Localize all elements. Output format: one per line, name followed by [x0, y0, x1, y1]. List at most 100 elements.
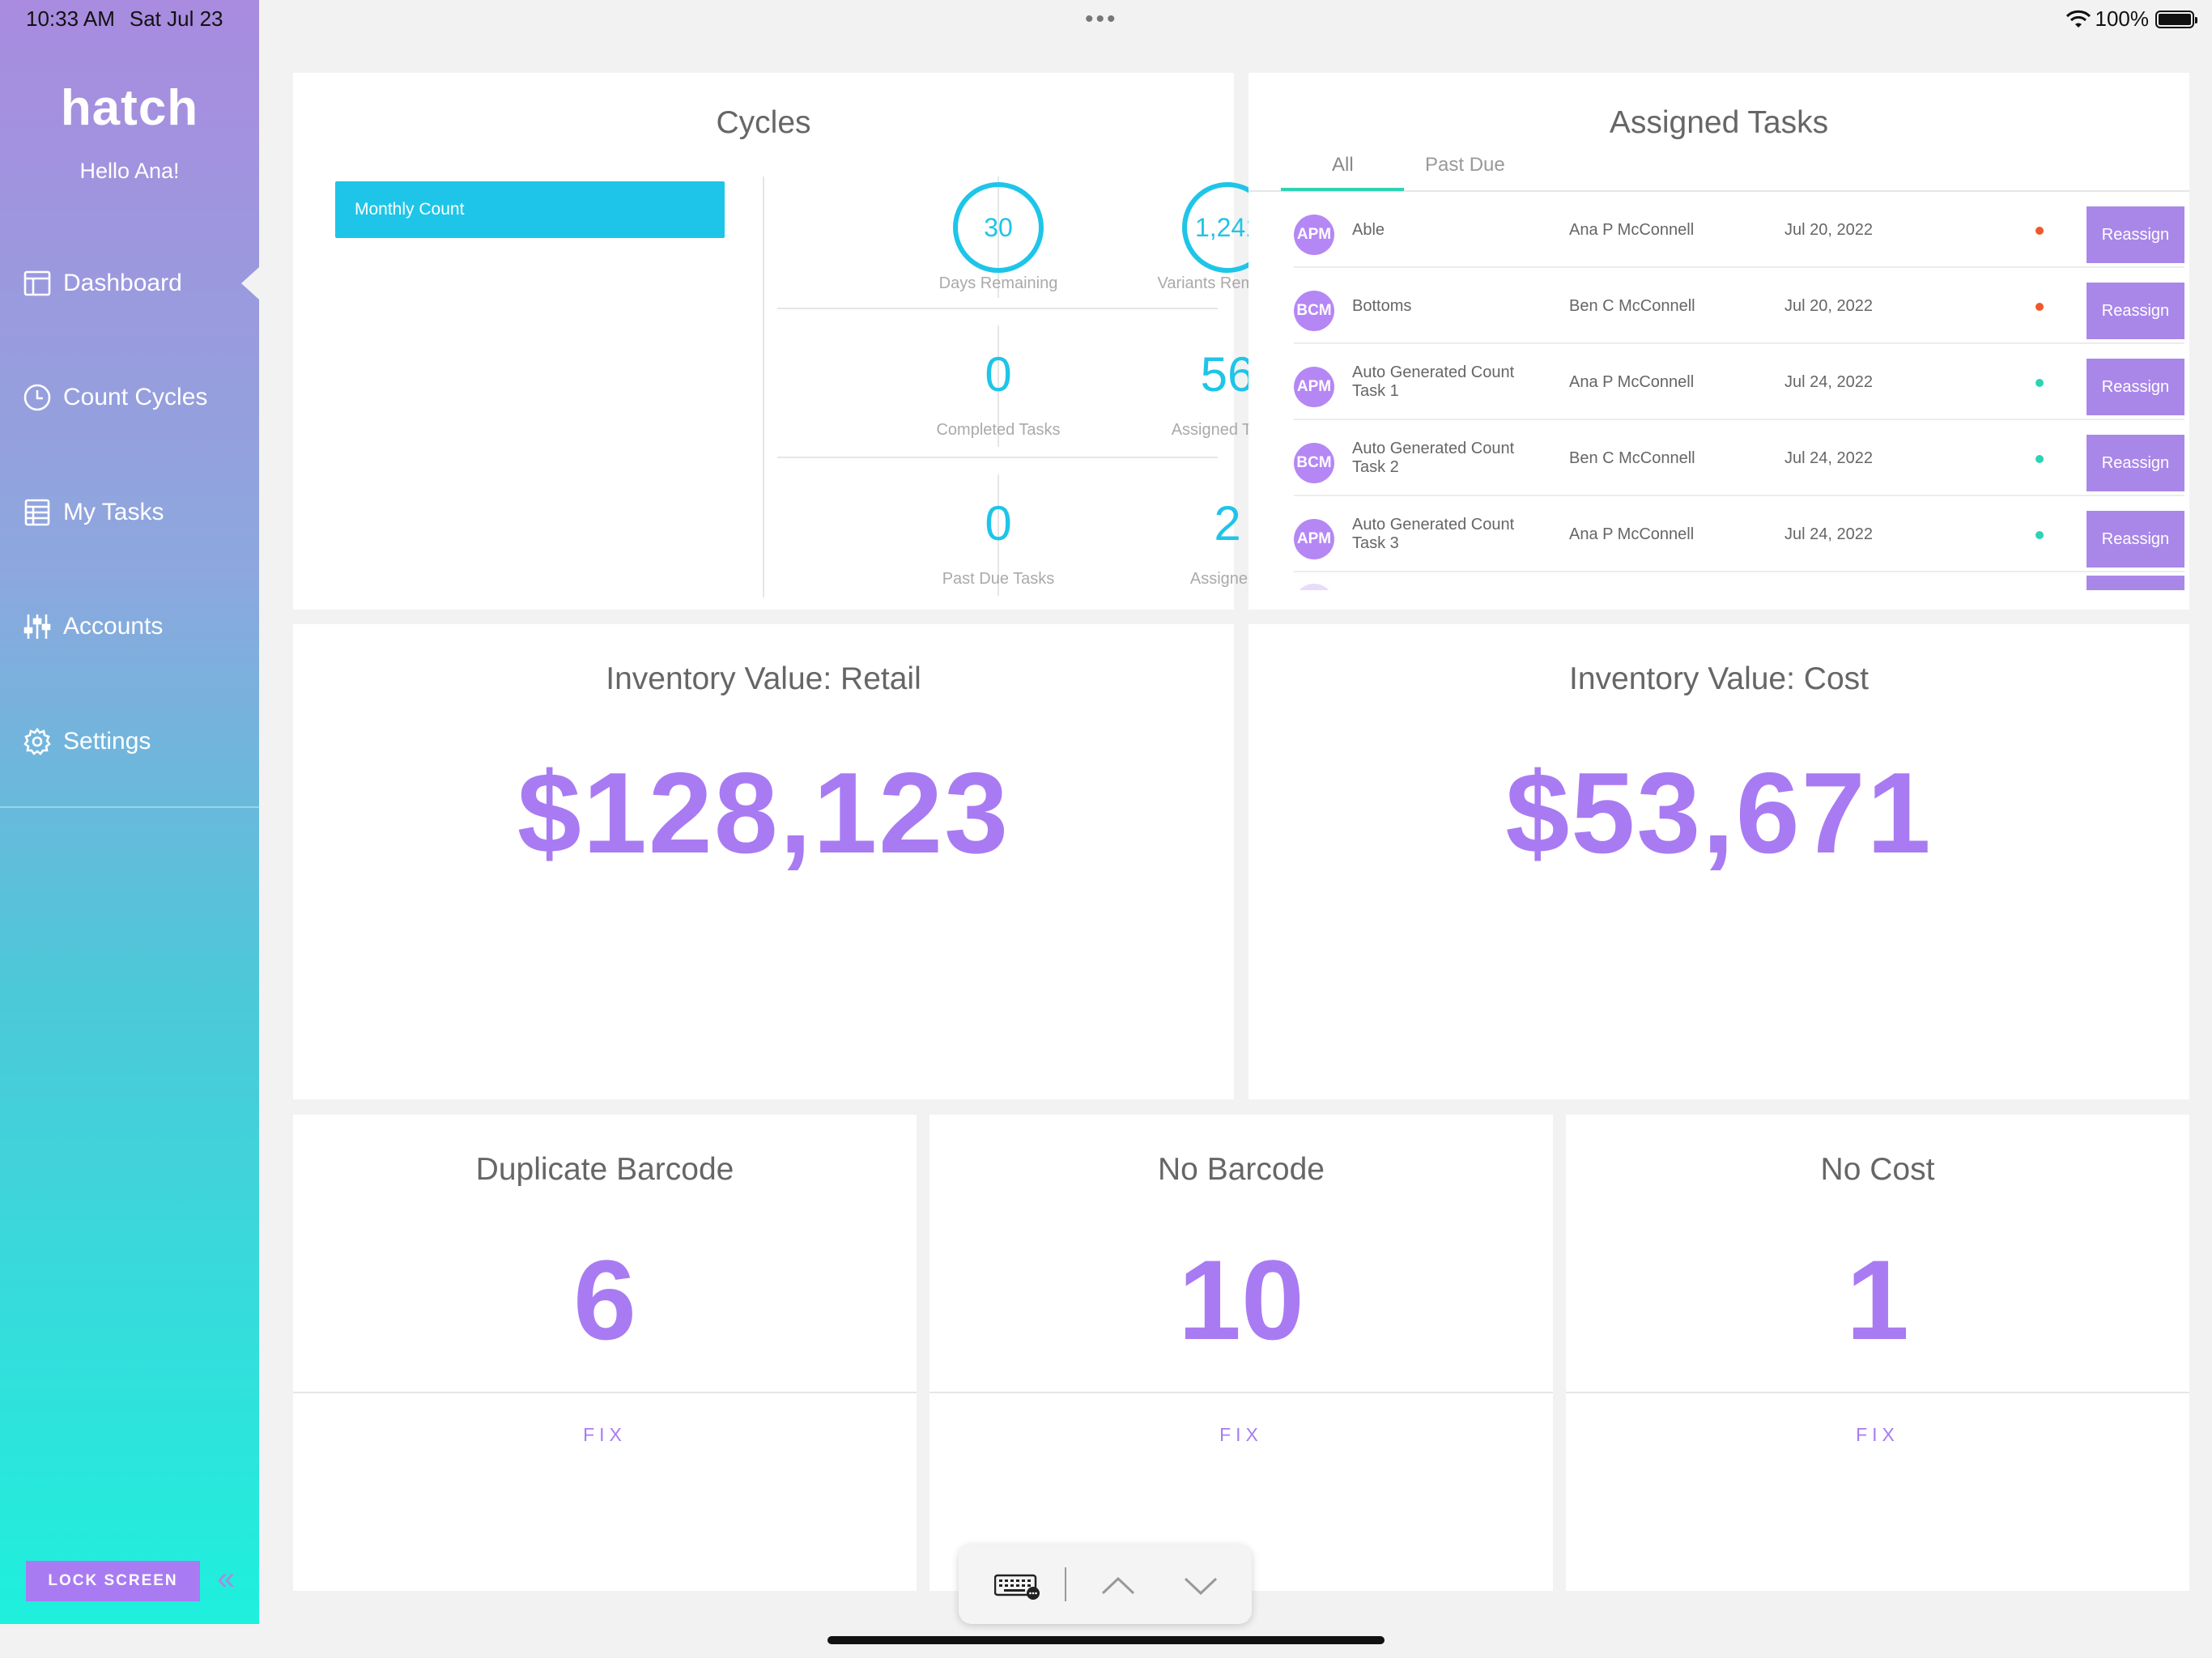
active-tab-indicator — [1281, 188, 1404, 191]
task-date: Jul 24, 2022 — [1784, 372, 1873, 391]
keyboard-icon[interactable] — [994, 1572, 1041, 1600]
sliders-icon — [23, 614, 51, 639]
avatar: BCM — [1294, 291, 1334, 331]
divider — [763, 176, 764, 597]
reassign-button[interactable]: Reassign — [2087, 511, 2184, 568]
past-due-tasks-value: 0 — [985, 496, 1012, 551]
lock-screen-button[interactable]: LOCK SCREEN — [26, 1561, 200, 1601]
sidebar-item-settings[interactable]: Settings — [0, 709, 259, 774]
no-barcode-count: 10 — [1178, 1236, 1304, 1363]
duplicate-barcode-count: 6 — [573, 1236, 636, 1363]
avatar: APM — [1294, 367, 1334, 407]
fix-no-cost-button[interactable]: FIX — [1566, 1424, 2189, 1446]
tab-all[interactable]: All — [1332, 154, 1354, 176]
sidebar-item-my-tasks[interactable]: My Tasks — [0, 480, 259, 545]
inventory-cost-value: $53,671 — [1505, 749, 1933, 878]
days-remaining-label: Days Remaining — [938, 274, 1058, 292]
task-row[interactable]: APM Auto Generated Count Task 1 Ana P Mc… — [1294, 344, 2184, 420]
reassign-button[interactable]: Reassign — [2087, 283, 2184, 339]
sidebar-item-count-cycles[interactable]: Count Cycles — [0, 365, 259, 430]
duplicate-barcode-title: Duplicate Barcode — [475, 1152, 734, 1187]
task-assignee: Ben C McConnell — [1569, 449, 1695, 467]
home-indicator[interactable] — [827, 1636, 1385, 1644]
avatar: APM — [1294, 519, 1334, 559]
sidebar: 10:33 AM Sat Jul 23 hatch Hello Ana! Dash… — [0, 0, 259, 1624]
chevron-up-icon[interactable] — [1098, 1569, 1138, 1601]
dashboard-icon — [23, 270, 51, 296]
days-remaining-stat: 30 Days Remaining — [883, 182, 1113, 293]
duplicate-barcode-card: Duplicate Barcode 6 FIX — [293, 1115, 917, 1591]
divider — [777, 308, 1218, 309]
reassign-button[interactable]: Reassign — [2087, 359, 2184, 415]
inventory-cost-title: Inventory Value: Cost — [1569, 661, 1869, 696]
reassign-button[interactable] — [2087, 576, 2184, 590]
toolbar-divider — [1065, 1567, 1066, 1601]
tab-past-due[interactable]: Past Due — [1425, 154, 1505, 176]
divider — [929, 1392, 1553, 1393]
inventory-retail-value: $128,123 — [517, 749, 1010, 878]
task-assignee: Ben C McConnell — [1569, 296, 1695, 315]
completed-tasks-value: 0 — [985, 347, 1012, 402]
divider — [1566, 1392, 2189, 1393]
sidebar-item-label: Count Cycles — [63, 384, 208, 410]
task-name: Auto Generated Count Task 1 — [1352, 363, 1515, 400]
sidebar-divider — [0, 806, 259, 808]
task-assignee: Ana P McConnell — [1569, 525, 1695, 543]
past-due-tasks-stat: 0 Past Due Tasks — [883, 479, 1113, 589]
reassign-button[interactable]: Reassign — [2087, 206, 2184, 263]
inventory-cost-card: Inventory Value: Cost $53,671 — [1249, 624, 2189, 1099]
sidebar-item-dashboard[interactable]: Dashboard — [0, 251, 259, 316]
divider — [293, 1392, 917, 1393]
keyboard-toolbar — [959, 1545, 1252, 1624]
task-date: Jul 24, 2022 — [1784, 525, 1873, 543]
avatar — [1294, 584, 1334, 590]
no-barcode-title: No Barcode — [1158, 1152, 1325, 1187]
task-row[interactable]: BCM Auto Generated Count Task 2 Ben C Mc… — [1294, 420, 2184, 496]
clock-icon — [23, 384, 51, 411]
task-assignee: Ana P McConnell — [1569, 220, 1695, 239]
chevron-down-icon[interactable] — [1180, 1569, 1221, 1601]
task-row-partial[interactable] — [1294, 572, 2184, 590]
sidebar-item-label: My Tasks — [63, 499, 164, 525]
multitasking-dots-icon[interactable]: ••• — [1085, 7, 1118, 32]
gear-icon — [23, 727, 51, 755]
app-logo: hatch — [60, 80, 199, 136]
cycle-item-monthly-count[interactable]: Monthly Count — [335, 181, 725, 238]
cycles-card: Cycles Monthly Count 30 Days Remaining 1… — [293, 73, 1298, 610]
wifi-icon — [2065, 10, 2091, 28]
battery-percent: 100% — [2095, 6, 2150, 31]
no-cost-count: 1 — [1846, 1236, 1909, 1363]
status-dot — [2035, 531, 2044, 539]
battery-icon — [2155, 10, 2197, 28]
inventory-retail-card: Inventory Value: Retail $128,123 — [293, 624, 1234, 1099]
sidebar-item-label: Accounts — [63, 613, 164, 640]
task-name: Able — [1352, 220, 1385, 239]
task-row[interactable]: BCM Bottoms Ben C McConnell Jul 20, 2022… — [1294, 268, 2184, 344]
completed-tasks-label: Completed Tasks — [936, 421, 1061, 439]
inventory-retail-title: Inventory Value: Retail — [606, 661, 921, 696]
collapse-sidebar-icon[interactable]: « — [217, 1562, 235, 1595]
sidebar-item-accounts[interactable]: Accounts — [0, 594, 259, 659]
no-cost-card: No Cost 1 FIX — [1566, 1115, 2189, 1591]
status-date: Sat Jul 23 — [129, 6, 223, 31]
fix-duplicate-barcode-button[interactable]: FIX — [293, 1424, 917, 1446]
cycles-title: Cycles — [716, 105, 811, 140]
no-cost-title: No Cost — [1820, 1152, 1935, 1187]
task-date: Jul 24, 2022 — [1784, 449, 1873, 467]
task-row[interactable]: APM Auto Generated Count Task 3 Ana P Mc… — [1294, 496, 2184, 572]
no-barcode-card: No Barcode 10 FIX — [929, 1115, 1553, 1591]
past-due-tasks-label: Past Due Tasks — [942, 570, 1055, 588]
sidebar-item-label: Dashboard — [63, 270, 182, 296]
task-name: Auto Generated Count Task 2 — [1352, 440, 1515, 476]
task-date: Jul 20, 2022 — [1784, 220, 1873, 239]
status-dot — [2035, 303, 2044, 311]
status-dot — [2035, 227, 2044, 235]
tasks-icon — [24, 499, 50, 526]
status-dot — [2035, 379, 2044, 387]
status-time: 10:33 AM — [26, 6, 115, 31]
fix-no-barcode-button[interactable]: FIX — [929, 1424, 1553, 1446]
task-row[interactable]: APM Able Ana P McConnell Jul 20, 2022 Re… — [1294, 192, 2184, 268]
task-assignee: Ana P McConnell — [1569, 372, 1695, 391]
reassign-button[interactable]: Reassign — [2087, 435, 2184, 491]
assigned-tasks-title: Assigned Tasks — [1609, 105, 1829, 140]
